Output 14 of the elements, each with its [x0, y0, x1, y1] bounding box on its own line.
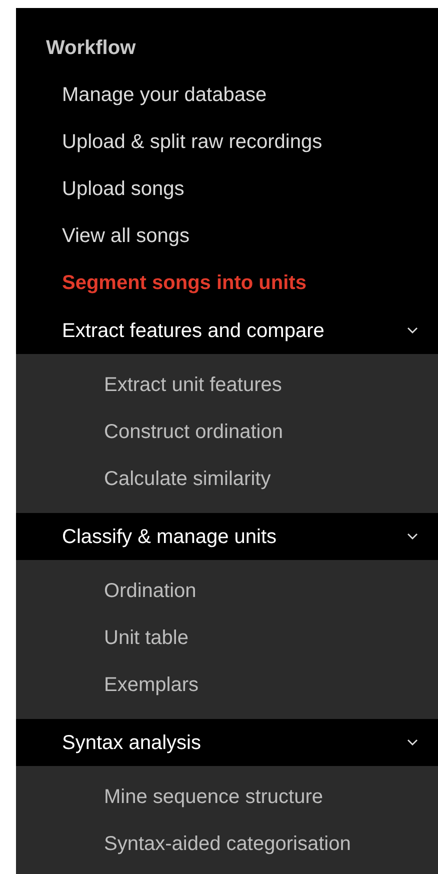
submenu-link[interactable]: Ordination	[16, 568, 438, 615]
submenu-link[interactable]: Mine sequence structure	[16, 774, 438, 821]
submenu-link[interactable]: Calculate similarity	[16, 456, 438, 503]
submenu-link[interactable]: Unit table	[16, 615, 438, 662]
nav-link[interactable]: Upload & split raw recordings	[16, 119, 438, 166]
nav-link[interactable]: Manage your database	[16, 72, 438, 119]
submenu-link[interactable]: Construct ordination	[16, 409, 438, 456]
nav-link[interactable]: View all songs	[16, 213, 438, 260]
nav-link[interactable]: Upload songs	[16, 166, 438, 213]
sidebar-title: Workflow	[45, 36, 137, 61]
submenu-link[interactable]: Syntax-aided categorisation	[16, 821, 438, 868]
submenu-link[interactable]: Exemplars	[16, 662, 438, 709]
submenu-link[interactable]: Extract unit features	[16, 362, 438, 409]
nav-link[interactable]: Segment songs into units	[16, 260, 438, 307]
